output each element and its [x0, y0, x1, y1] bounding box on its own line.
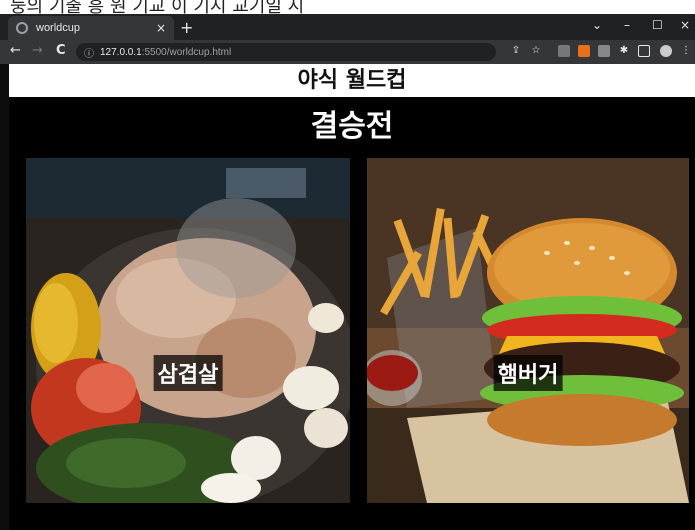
browser-menu-icon[interactable]: ⋮	[680, 45, 692, 57]
browser-toolbar: ← → C ⓘ 127.0.0.1:5500/worldcup.html ⇪ ☆…	[0, 40, 695, 64]
globe-icon	[16, 22, 28, 34]
extension-icon[interactable]	[598, 45, 610, 57]
side-panel-icon[interactable]	[638, 45, 650, 57]
forward-button[interactable]: →	[32, 43, 43, 58]
candidate-label: 햄버거	[493, 355, 563, 391]
worldcup-stage: 결승전 삼겹살 햄버거	[9, 97, 695, 530]
share-icon[interactable]: ⇪	[510, 45, 522, 57]
extension-icon[interactable]	[578, 45, 590, 57]
browser-tab[interactable]: worldcup ×	[8, 16, 174, 40]
hamburger-photo	[367, 158, 689, 503]
window-close-button[interactable]: ×	[680, 18, 690, 32]
tab-title: worldcup	[36, 22, 81, 34]
back-button[interactable]: ←	[10, 43, 21, 58]
reload-button[interactable]: C	[56, 43, 66, 58]
page-title: 야식 월드컵	[297, 67, 407, 93]
puzzle-extensions-icon[interactable]: ✱	[618, 45, 630, 57]
samgyeopsal-photo	[26, 158, 350, 503]
maximize-button[interactable]: ☐	[652, 18, 663, 32]
profile-avatar[interactable]	[660, 45, 672, 57]
bookmark-star-icon[interactable]: ☆	[530, 45, 542, 57]
caption-strip: 둥의 기출 흥 원 기교 이 기시 교기일 시	[0, 0, 695, 14]
extension-icon[interactable]	[558, 45, 570, 57]
caption-text: 둥의 기출 흥 원 기교 이 기시 교기일 시	[10, 0, 305, 14]
round-title: 결승전	[310, 109, 394, 144]
url-host: 127.0.0.1	[100, 46, 142, 58]
tab-close-button[interactable]: ×	[156, 21, 166, 35]
new-tab-button[interactable]: +	[180, 18, 193, 37]
url-path: :5500/worldcup.html	[141, 46, 232, 58]
browser-tab-bar: worldcup × + ⌄ – ☐ ×	[0, 14, 695, 40]
minimize-button[interactable]: –	[624, 18, 630, 32]
site-info-icon[interactable]: ⓘ	[84, 45, 94, 60]
address-bar[interactable]: ⓘ 127.0.0.1:5500/worldcup.html	[76, 43, 496, 61]
tab-search-chevron-icon[interactable]: ⌄	[592, 18, 602, 32]
candidate-card-samgyeopsal[interactable]: 삼겹살	[26, 158, 350, 503]
candidate-card-hamburger[interactable]: 햄버거	[367, 158, 689, 503]
candidate-label: 삼겹살	[153, 355, 223, 391]
page-header: 야식 월드컵	[9, 64, 695, 97]
